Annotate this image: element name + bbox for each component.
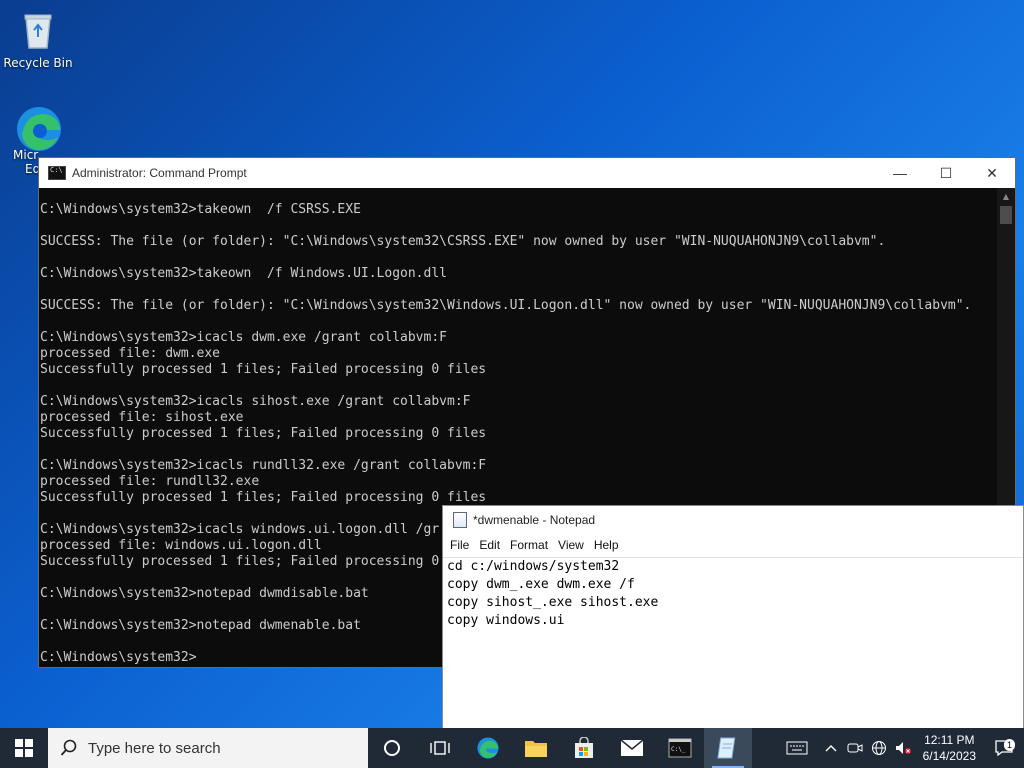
task-view-button[interactable] [416,728,464,768]
tray-meet-now-icon[interactable] [843,741,867,755]
notepad-text-area[interactable]: cd c:/windows/system32 copy dwm_.exe dwm.… [443,557,1023,728]
clock-date: 6/14/2023 [922,749,976,763]
cmd-maximize-button[interactable]: ☐ [923,158,969,188]
cortana-circle-icon [384,740,400,756]
windows-logo-icon [15,739,33,757]
notepad-menubar: File Edit Format View Help [443,534,1023,556]
taskbar: Type here to search C:\_ 12:11 PM 6/14/2… [0,728,1024,768]
notepad-line: copy sihost_.exe sihost.exe [447,595,659,610]
console-line: C:\Windows\system32>takeown /f Windows.U… [40,266,447,281]
notepad-line: copy windows.ui [447,613,565,628]
tray-volume-muted-icon[interactable] [891,740,915,756]
console-line: processed file: sihost.exe [40,410,244,425]
menu-view[interactable]: View [553,538,589,552]
taskbar-mail-button[interactable] [608,728,656,768]
notepad-titlebar[interactable]: *dwmenable - Notepad [443,506,1023,534]
taskbar-search-box[interactable]: Type here to search [48,728,368,768]
clock-time: 12:11 PM [924,733,975,747]
menu-edit[interactable]: Edit [474,538,505,552]
console-line: Successfully processed 1 files; Failed p… [40,490,487,505]
console-line: C:\Windows\system32>icacls rundll32.exe … [40,458,487,473]
cmd-minimize-button[interactable]: — [877,158,923,188]
console-line: processed file: rundll32.exe [40,474,260,489]
start-button[interactable] [0,728,48,768]
edge-icon [14,104,61,151]
action-center-button[interactable]: 1 [984,739,1024,756]
scroll-thumb[interactable] [1000,206,1012,224]
search-icon [60,739,77,756]
notepad-line: cd c:/windows/system32 [447,559,620,574]
task-view-icon [430,741,450,755]
console-line: Successfully processed 1 files; Failed p… [40,426,487,441]
svg-text:C:\_: C:\_ [671,746,686,753]
cmd-title: Administrator: Command Prompt [72,166,247,180]
notepad-icon [717,737,736,759]
console-line: C:\Windows\system32>icacls dwm.exe /gran… [40,330,447,345]
notification-count-badge: 1 [1003,739,1015,751]
menu-format[interactable]: Format [505,538,553,552]
cmd-close-button[interactable]: ✕ [969,158,1015,188]
tray-chevron-up-icon[interactable] [819,744,843,752]
taskbar-file-explorer-button[interactable] [512,728,560,768]
notepad-title: *dwmenable - Notepad [473,513,596,527]
cmd-titlebar[interactable]: Administrator: Command Prompt — ☐ ✕ [39,158,1015,188]
store-bag-icon [575,737,593,758]
recycle-bin-icon [16,8,60,52]
menu-file[interactable]: File [445,538,474,552]
tray-network-globe-icon[interactable] [867,740,891,756]
edge-icon [477,737,499,759]
taskbar-notepad-button[interactable] [704,728,752,768]
cortana-button[interactable] [368,728,416,768]
notepad-line: copy dwm_.exe dwm.exe /f [447,577,635,592]
recycle-bin-label: Recycle Bin [3,56,73,70]
menu-help[interactable]: Help [589,538,624,552]
scroll-up-arrow-icon[interactable]: ▲ [997,188,1015,205]
cmd-app-icon [48,166,66,180]
console-line: processed file: dwm.exe [40,346,221,361]
taskbar-edge-button[interactable] [464,728,512,768]
console-line: SUCCESS: The file (or folder): "C:\Windo… [40,298,972,313]
command-prompt-icon: C:\_ [668,738,692,758]
search-placeholder: Type here to search [88,739,221,757]
console-line: C:\Windows\system32>icacls sihost.exe /g… [40,394,471,409]
tray-keyboard-icon[interactable] [785,741,809,755]
mail-icon [620,739,644,756]
system-tray: 12:11 PM 6/14/2023 1 [785,728,1024,768]
notepad-window[interactable]: *dwmenable - Notepad File Edit Format Vi… [442,505,1024,729]
folder-icon [525,741,547,757]
taskbar-store-button[interactable] [560,728,608,768]
console-line: SUCCESS: The file (or folder): "C:\Windo… [40,234,886,249]
console-line: C:\Windows\system32>takeown /f CSRSS.EXE [40,202,361,217]
taskbar-cmd-button[interactable]: C:\_ [656,728,704,768]
notepad-app-icon [453,512,467,528]
recycle-bin-shortcut[interactable]: Recycle Bin [2,8,74,70]
tray-clock[interactable]: 12:11 PM 6/14/2023 [915,732,984,764]
console-line: Successfully processed 1 files; Failed p… [40,362,487,377]
